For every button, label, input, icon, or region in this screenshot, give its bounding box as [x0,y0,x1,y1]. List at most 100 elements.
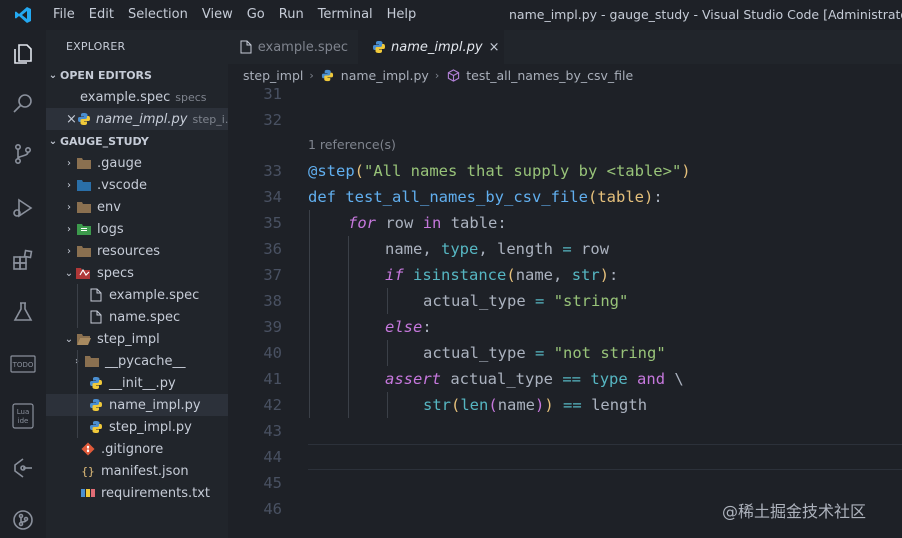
function-name: test_all_names_by_csv_file [345,188,588,206]
open-editor-hint: step_i... [192,112,229,126]
source-control-icon[interactable] [0,134,46,174]
svg-text:TODO: TODO [12,361,34,369]
tab-example-spec[interactable]: example.spec [228,30,358,64]
explorer-icon[interactable] [0,34,46,74]
menu-go[interactable]: Go [240,0,272,30]
code-editor[interactable]: 31 32 33 34 35 36 37 38 39 40 41 42 43 4… [228,85,902,538]
tree-label: requirements.txt [101,485,211,501]
code-line: for row in table: [348,214,507,232]
builtin: len [460,396,489,414]
python-file-icon [88,419,104,435]
tab-bar: example.spec name_impl.py × [228,30,902,64]
code-line: name, type, length = row [385,240,610,258]
logs-folder-icon [76,221,92,237]
builtin: str [571,266,600,284]
testing-icon[interactable] [0,292,46,332]
tree-folder[interactable]: › __pycache__ [46,350,228,372]
run-debug-icon[interactable] [0,188,46,228]
vscode-logo-icon [0,0,46,30]
chevron-right-icon: › [434,68,440,82]
breadcrumb: step_impl › name_impl.py › test_all_name… [228,64,902,86]
close-icon[interactable]: × [489,40,500,55]
line-number: 41 [263,370,282,388]
open-editor-item[interactable]: × name_impl.py step_i... [46,108,228,130]
codelens-references[interactable]: 1 reference(s) [308,135,396,155]
tab-label: name_impl.py [391,39,483,55]
python-file-icon [88,375,104,391]
tree-folder[interactable]: ⌄ step_impl [46,328,228,350]
line-number: 31 [263,85,282,103]
indent-guide [387,392,388,418]
tree-file[interactable]: name.spec [46,306,228,328]
line-number: 42 [263,396,282,414]
keyword: in [422,214,442,232]
lua-ide-icon[interactable]: Lua ide [0,396,46,436]
line-number: 35 [263,214,282,232]
json-file-icon: {} [81,464,95,478]
tree-file[interactable]: step_impl.py [46,416,228,438]
breadcrumb-file[interactable]: name_impl.py [341,68,429,83]
menu-run[interactable]: Run [272,0,311,30]
close-icon[interactable]: × [66,112,77,127]
line-number: 33 [263,162,282,180]
tree-label: example.spec [109,287,200,303]
tree-label: .gauge [97,155,142,171]
chevron-right-icon: › [67,245,71,257]
line-number: 40 [263,344,282,362]
parameter: table [597,188,644,206]
builtin: type [441,240,479,258]
variable: name [515,266,554,284]
tree-folder[interactable]: › env [46,196,228,218]
tree-folder[interactable]: › resources [46,240,228,262]
window-title: name_impl.py - gauge_study - Visual Stud… [509,7,902,22]
code-line: if isinstance(name, str): [385,266,619,284]
extensions-icon[interactable] [0,240,46,280]
open-editor-name: example.spec [80,89,171,105]
tree-file[interactable]: {} manifest.json [46,460,228,482]
indent-guide [309,210,310,418]
tree-file[interactable]: .gitignore [46,438,228,460]
file-icon [88,287,104,303]
open-editor-item[interactable]: example.spec specs [46,86,228,108]
tree-folder[interactable]: › logs [46,218,228,240]
line-number: 39 [263,318,282,336]
tree-folder[interactable]: › .gauge [46,152,228,174]
chevron-right-icon: › [67,179,71,191]
tree-label: resources [97,243,161,259]
chevron-right-icon: › [67,201,71,213]
menu-help[interactable]: Help [380,0,424,30]
menu-terminal[interactable]: Terminal [311,0,380,30]
workspace-label: GAUGE_STUDY [60,134,149,148]
variable: name [385,240,423,258]
indent-guide [77,284,78,328]
open-editor-name: name_impl.py [95,111,188,127]
menu-view[interactable]: View [195,0,240,30]
tree-file[interactable]: __init__.py [46,372,228,394]
tree-folder[interactable]: › .vscode [46,174,228,196]
variable: table [450,214,498,232]
breadcrumb-symbol[interactable]: test_all_names_by_csv_file [466,68,633,83]
tree-folder[interactable]: ⌄ specs [46,262,228,284]
menu-edit[interactable]: Edit [82,0,121,30]
tree-file[interactable]: requirements.txt [46,482,228,504]
open-editors-section[interactable]: ⌄ OPEN EDITORS [46,64,228,86]
variable: actual_type [423,344,526,362]
tree-file[interactable]: example.spec [46,284,228,306]
tree-file[interactable]: name_impl.py [46,394,228,416]
chevron-down-icon: ⌄ [64,267,74,279]
todo-icon[interactable]: TODO [0,344,46,384]
search-icon[interactable] [0,84,46,124]
workspace-section[interactable]: ⌄ GAUGE_STUDY [46,130,228,152]
gitlens-icon[interactable] [0,448,46,488]
menu-file[interactable]: File [46,0,82,30]
current-line-highlight [308,444,902,470]
menu-selection[interactable]: Selection [121,0,195,30]
tree-label: step_impl.py [109,419,192,435]
line-number: 37 [263,266,282,284]
open-editors-label: OPEN EDITORS [60,68,152,82]
git-graph-icon[interactable] [0,500,46,538]
builtin: type [590,370,628,388]
folder-icon [76,243,92,259]
tab-name-impl[interactable]: name_impl.py × [358,30,504,64]
code-line: assert actual_type == type and \ [385,370,684,388]
